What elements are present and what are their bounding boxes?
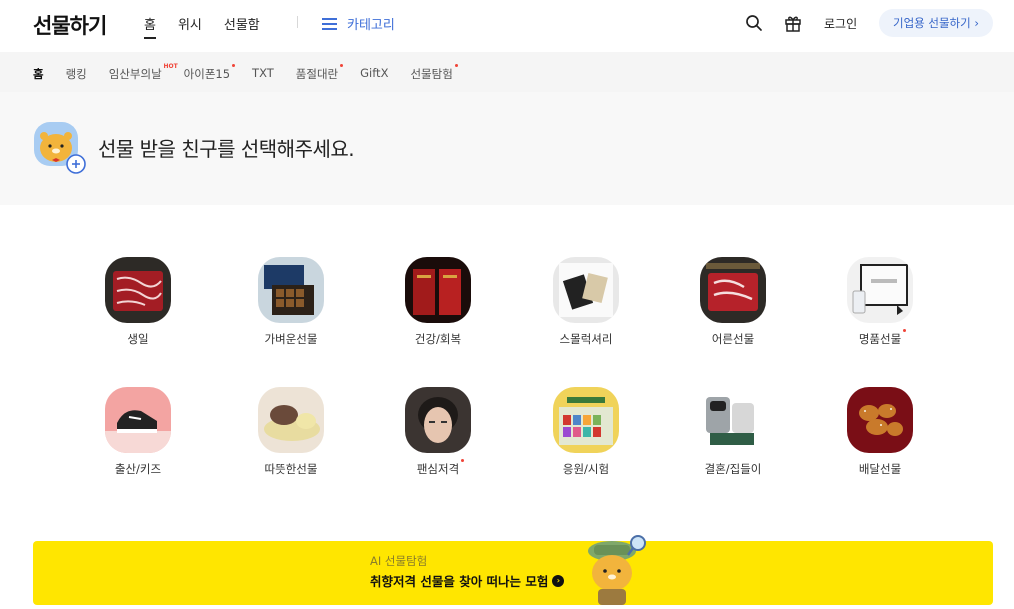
ai-gift-explore-banner[interactable]: AI 선물탐험 취향저격 선물을 찾아 떠나는 모험 › xyxy=(33,535,993,605)
category-label-text: 응원/시험 xyxy=(562,462,610,476)
fried-chicken-icon xyxy=(847,387,913,453)
category-label: 스몰럭셔리 xyxy=(560,331,613,347)
sub-tab-item[interactable]: 홈 xyxy=(33,66,44,82)
sub-tab-item[interactable]: 선물탐험 xyxy=(410,64,458,82)
nav-divider xyxy=(297,16,298,28)
category-label: 건강/회복 xyxy=(415,331,461,347)
perfume-box-icon xyxy=(847,257,913,323)
coffee-machine-icon xyxy=(700,387,766,453)
category-item[interactable]: 결혼/집들이 xyxy=(683,387,783,477)
kids-shoes-icon xyxy=(105,387,171,453)
meat-gift-box-icon xyxy=(105,257,171,323)
sub-tab-item[interactable]: 품절대란 xyxy=(295,64,344,82)
gift-icon[interactable] xyxy=(784,14,802,32)
sub-tab-bar: 홈 랭킹 임산부의날 HOT 아이폰15 TXT 품절대란 GiftX 선물탐험 xyxy=(0,52,1014,92)
category-label-text: 가벼운선물 xyxy=(264,332,318,346)
category-label-text: 생일 xyxy=(127,332,149,346)
category-item[interactable]: 건강/회복 xyxy=(388,257,488,347)
category-label-text: 어른선물 xyxy=(711,332,755,346)
sub-tab-label: 선물탐험 xyxy=(410,67,453,81)
category-item[interactable]: 배달선물 xyxy=(830,387,930,477)
category-item[interactable]: 생일 xyxy=(88,257,188,347)
login-link[interactable]: 로그인 xyxy=(824,15,857,32)
chevron-right-icon: › xyxy=(552,574,565,587)
category-item[interactable]: 스몰럭셔리 xyxy=(536,257,636,347)
category-label-text: 출산/키즈 xyxy=(114,462,162,476)
hot-badge: HOT xyxy=(163,63,178,70)
sub-tabs: 홈 랭킹 임산부의날 HOT 아이폰15 TXT 품절대란 GiftX 선물탐험 xyxy=(33,63,475,82)
friend-select-prompt[interactable]: 선물 받을 친구를 선택해주세요. xyxy=(98,133,355,162)
category-label-text: 따뜻한선물 xyxy=(264,462,318,476)
category-label: 응원/시험 xyxy=(563,461,609,477)
pillow-icon xyxy=(258,387,324,453)
nav-giftbox[interactable]: 선물함 xyxy=(224,14,260,39)
category-label: 결혼/집들이 xyxy=(705,461,762,477)
business-gift-button[interactable]: 기업용 선물하기 › xyxy=(879,9,993,37)
sub-tab-item[interactable]: 랭킹 xyxy=(66,66,87,82)
explorer-character-icon xyxy=(588,535,646,605)
category-label: 팬심저격 xyxy=(416,459,465,477)
category-item[interactable]: 팬심저격 xyxy=(388,387,488,477)
add-friend-avatar-icon[interactable] xyxy=(34,122,86,174)
new-dot-badge xyxy=(232,64,236,67)
banner-subtitle: AI 선물탐험 xyxy=(370,554,428,568)
red-ginseng-icon xyxy=(405,257,471,323)
category-item[interactable]: 가벼운선물 xyxy=(241,257,341,347)
sub-tab-label: TXT xyxy=(252,66,274,80)
logo[interactable]: 선물하기 xyxy=(33,10,107,40)
snack-box-icon xyxy=(553,387,619,453)
category-label: 명품선물 xyxy=(858,329,907,347)
category-label: 배달선물 xyxy=(859,461,901,477)
idol-photo-icon xyxy=(405,387,471,453)
category-label: 출산/키즈 xyxy=(115,461,161,477)
premium-meat-icon xyxy=(700,257,766,323)
new-dot-badge xyxy=(461,459,465,462)
chocolate-box-icon xyxy=(258,257,324,323)
category-item[interactable]: 응원/시험 xyxy=(536,387,636,477)
banner-title: 취향저격 선물을 찾아 떠나는 모험 › xyxy=(370,571,565,590)
sub-tab-label: GiftX xyxy=(360,66,389,80)
friend-select-panel: 선물 받을 친구를 선택해주세요. xyxy=(0,92,1014,205)
category-label-text: 스몰럭셔리 xyxy=(559,332,613,346)
category-menu-button[interactable]: 카테고리 xyxy=(322,14,395,33)
sub-tab-label: 아이폰15 xyxy=(183,67,231,81)
sub-tab-item[interactable]: GiftX xyxy=(360,66,388,82)
new-dot-badge xyxy=(454,64,458,67)
main-nav: 홈 위시 선물함 xyxy=(144,14,282,39)
sub-tab-item[interactable]: 아이폰15 xyxy=(183,64,236,82)
sub-tab-label: 임산부의날 xyxy=(108,67,162,81)
category-item[interactable]: 어른선물 xyxy=(683,257,783,347)
sub-tab-label: 품절대란 xyxy=(295,67,339,81)
banner-title-text: 취향저격 선물을 찾아 떠나는 모험 xyxy=(370,574,549,589)
sub-tab-label: 랭킹 xyxy=(65,67,87,81)
category-label: 가벼운선물 xyxy=(265,331,318,347)
top-header: 선물하기 홈 위시 선물함 카테고리 로그인 기업용 선물하기 › xyxy=(0,0,1014,52)
search-icon[interactable] xyxy=(745,14,763,32)
category-label: 생일 xyxy=(127,331,148,347)
category-label-text: 건강/회복 xyxy=(414,332,462,346)
category-label-text: 팬심저격 xyxy=(416,462,460,476)
category-label-text: 명품선물 xyxy=(858,332,902,346)
luxury-items-icon xyxy=(553,257,619,323)
category-label-text: 결혼/집들이 xyxy=(704,462,762,476)
nav-home[interactable]: 홈 xyxy=(144,14,156,39)
sub-tab-item[interactable]: 임산부의날 HOT xyxy=(108,63,178,82)
category-label: 카테고리 xyxy=(347,18,395,33)
new-dot-badge xyxy=(340,64,344,67)
sub-tab-item[interactable]: TXT xyxy=(252,66,274,82)
category-label: 어른선물 xyxy=(712,331,754,347)
menu-icon xyxy=(322,17,337,30)
category-label: 따뜻한선물 xyxy=(265,461,318,477)
category-item[interactable]: 출산/키즈 xyxy=(88,387,188,477)
sub-tab-label: 홈 xyxy=(33,67,44,81)
category-label-text: 배달선물 xyxy=(858,462,902,476)
nav-wish[interactable]: 위시 xyxy=(178,14,202,39)
category-item[interactable]: 명품선물 xyxy=(830,257,930,347)
new-dot-badge xyxy=(903,329,907,332)
category-item[interactable]: 따뜻한선물 xyxy=(241,387,341,477)
